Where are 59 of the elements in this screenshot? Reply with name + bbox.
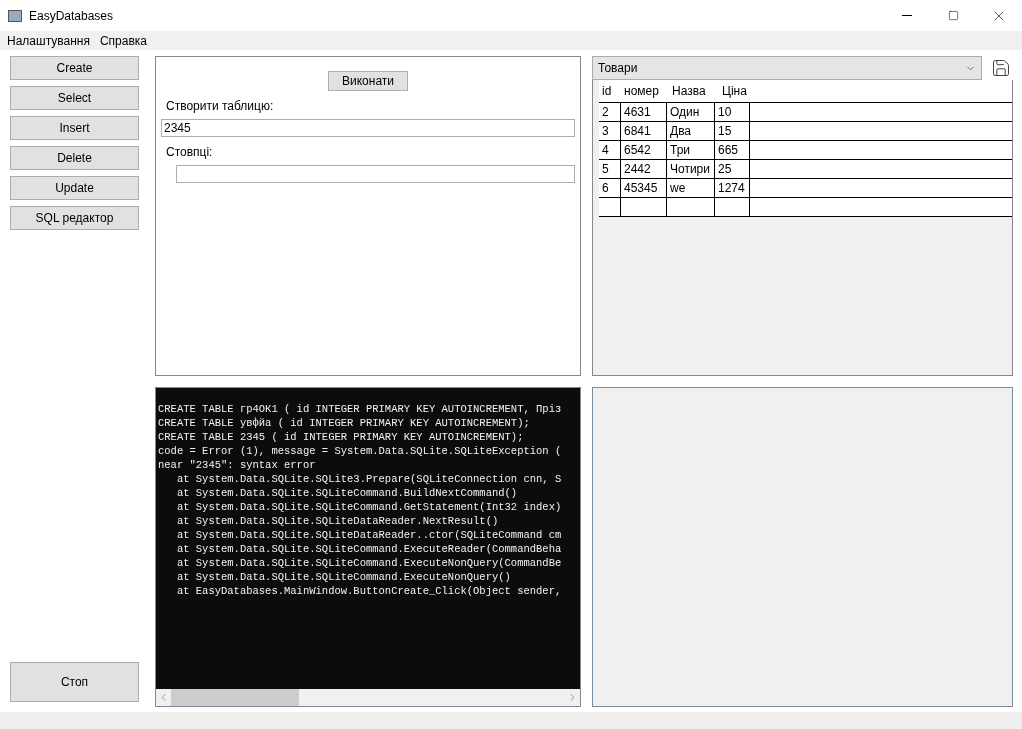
column-header[interactable]: Ціна	[719, 82, 754, 100]
console-line: at System.Data.SQLite.SQLiteCommand.GetStatement(Int32 index)	[175, 500, 563, 514]
console-line: CREATE TABLE гр4ОК1 ( id INTEGER PRIMARY KEY AUTOINCREMENT, Пріз	[158, 402, 563, 416]
field-label: Стовпці:	[166, 144, 214, 161]
sidebar-button[interactable]: Delete	[10, 146, 139, 170]
console-line: CREATE TABLE 2345 ( id INTEGER PRIMARY KEY AUTOINCREMENT);	[158, 430, 525, 444]
minimize-icon	[902, 15, 912, 16]
menu-item[interactable]: Налаштування	[2, 31, 95, 50]
stop-button[interactable]: Стоп	[10, 662, 139, 702]
app-icon	[8, 9, 22, 22]
table-cell-text: 2442	[624, 161, 651, 178]
table-cell-text: 4631	[624, 104, 651, 121]
run-button[interactable]: Виконати	[328, 71, 408, 91]
console-line: code = Error (1), message = System.Data.SQLite.SQLiteException (	[158, 444, 563, 458]
table-cell-text: 25	[718, 161, 732, 178]
table-cell-text: Один	[670, 104, 700, 121]
table-cell-text: 3	[602, 123, 609, 140]
field-label: Створити таблицю:	[166, 98, 275, 115]
menu-item[interactable]: Справка	[94, 31, 153, 50]
column-header[interactable]: номер	[621, 82, 667, 100]
table-cell-text: 6841	[624, 123, 651, 140]
console-line: at System.Data.SQLite.SQLiteCommand.ExecuteNonQuery()	[175, 570, 512, 584]
table-cell-text: 6	[602, 180, 609, 197]
console-line: at System.Data.SQLite.SQLiteCommand.ExecuteNonQuery(CommandBe	[175, 556, 563, 570]
column-header[interactable]: Назва	[669, 82, 717, 100]
sidebar-button[interactable]: Create	[10, 56, 139, 80]
sidebar-button[interactable]: Insert	[10, 116, 139, 140]
table-cell-text: 2	[602, 104, 609, 121]
table-cell-text: we	[670, 180, 686, 197]
save-icon	[990, 58, 1011, 78]
column-header[interactable]: id	[599, 82, 619, 100]
maximize-icon	[947, 10, 959, 21]
window-title: EasyDatabases	[29, 7, 114, 25]
table-cell-text: Два	[670, 123, 692, 140]
text-field[interactable]	[176, 165, 575, 183]
table-cell-text: Три	[670, 142, 691, 159]
table-cell-text: 4	[602, 142, 609, 159]
table-dropdown[interactable]: Товари	[592, 56, 982, 80]
console-line: CREATE TABLE увфйа ( id INTEGER PRIMARY KEY AUTOINCREMENT);	[158, 416, 531, 430]
console-line: at System.Data.SQLite.SQLiteDataReader..ctor(SQLiteCommand cm	[175, 528, 563, 542]
console-line: at System.Data.SQLite.SQLite3.Prepare(SQLiteConnection cnn, S	[175, 472, 563, 486]
console-line: at System.Data.SQLite.SQLiteCommand.ExecuteReader(CommandBeha	[175, 542, 563, 556]
table-cell-text: 10	[718, 104, 732, 121]
console-line: near "2345": syntax error	[158, 458, 317, 472]
sidebar-button[interactable]: Update	[10, 176, 139, 200]
horizontal-scrollbar[interactable]	[156, 689, 580, 706]
sidebar-button[interactable]: SQL редактор	[10, 206, 139, 230]
table-cell-text: 665	[718, 142, 739, 159]
table-cell-text: Чотири	[670, 161, 710, 178]
console-line: at System.Data.SQLite.SQLiteDataReader.NextResult()	[175, 514, 500, 528]
table-cell-text: 5	[602, 161, 609, 178]
table-cell-text: 15	[718, 123, 732, 140]
console-line: at System.Data.SQLite.SQLiteCommand.BuildNextCommand()	[175, 486, 519, 500]
table-cell-text: 45345	[624, 180, 658, 197]
sidebar-button[interactable]: Select	[10, 86, 139, 110]
text-field[interactable]: 2345	[161, 119, 575, 137]
console-line: at EasyDatabases.MainWindow.ButtonCreate_Click(Object sender,	[175, 584, 563, 598]
table-cell-text: 1274	[718, 180, 745, 197]
table-cell-text: 6542	[624, 142, 651, 159]
